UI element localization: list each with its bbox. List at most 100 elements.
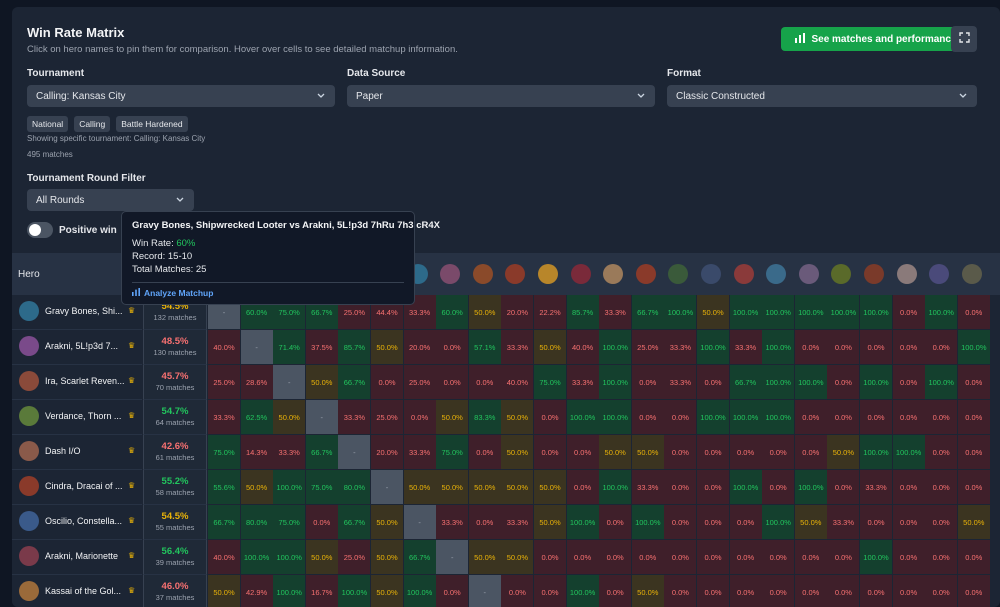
matchup-cell[interactable]: 100.0% <box>794 295 827 329</box>
matchup-cell[interactable]: - <box>371 470 403 504</box>
matchup-cell[interactable]: 0.0% <box>925 540 958 574</box>
matchup-cell[interactable]: 0.0% <box>892 505 925 539</box>
matchup-cell[interactable]: 50.0% <box>697 295 729 329</box>
matchup-cell[interactable]: 16.7% <box>305 575 338 607</box>
matchup-cell[interactable]: 100.0% <box>338 575 371 607</box>
column-hero-avatar[interactable] <box>701 264 721 284</box>
matchup-cell[interactable]: 50.0% <box>371 540 403 574</box>
matchup-cell[interactable]: 50.0% <box>403 470 436 504</box>
matchup-cell[interactable]: 0.0% <box>664 400 697 434</box>
matchup-cell[interactable]: 0.0% <box>534 540 566 574</box>
matchup-cell[interactable]: 0.0% <box>436 330 469 364</box>
matchup-cell[interactable]: 50.0% <box>436 400 469 434</box>
matchup-cell[interactable]: 50.0% <box>827 435 860 469</box>
matchup-cell[interactable]: 0.0% <box>501 575 534 607</box>
column-hero-avatar[interactable] <box>896 264 917 284</box>
matchup-cell[interactable]: 33.3% <box>631 470 664 504</box>
matchup-cell[interactable]: - <box>273 365 306 399</box>
column-hero-avatar[interactable] <box>798 264 819 284</box>
matchup-cell[interactable]: 66.7% <box>729 365 762 399</box>
matchup-cell[interactable]: 0.0% <box>957 470 990 504</box>
matchup-cell[interactable]: 0.0% <box>697 435 729 469</box>
matchup-cell[interactable]: 0.0% <box>534 400 566 434</box>
matchup-cell[interactable]: 100.0% <box>729 400 762 434</box>
matchup-cell[interactable]: 33.3% <box>338 400 371 434</box>
matchup-cell[interactable]: 100.0% <box>827 295 860 329</box>
matchup-cell[interactable]: 0.0% <box>957 575 990 607</box>
column-hero-avatar[interactable] <box>929 264 950 284</box>
matchup-cell[interactable]: 83.3% <box>468 400 501 434</box>
matchup-cell[interactable]: 0.0% <box>729 505 762 539</box>
matchup-cell[interactable]: 100.0% <box>925 295 958 329</box>
matchup-cell[interactable]: 100.0% <box>631 505 664 539</box>
matchup-cell[interactable]: 60.0% <box>436 295 469 329</box>
matchup-cell[interactable]: 0.0% <box>566 540 599 574</box>
matchup-cell[interactable]: 33.3% <box>501 330 534 364</box>
see-matches-button[interactable]: See matches and performance <box>781 27 971 51</box>
matchup-cell[interactable]: 0.0% <box>794 575 827 607</box>
matchup-cell[interactable]: 0.0% <box>892 575 925 607</box>
matchup-cell[interactable]: 0.0% <box>566 470 599 504</box>
matchup-cell[interactable]: 22.2% <box>534 295 566 329</box>
matchup-cell[interactable]: 0.0% <box>957 400 990 434</box>
matchup-cell[interactable]: 0.0% <box>468 365 501 399</box>
matchup-cell[interactable]: 100.0% <box>762 505 795 539</box>
matchup-cell[interactable]: 0.0% <box>468 435 501 469</box>
matchup-cell[interactable]: 37.5% <box>305 330 338 364</box>
matchup-cell[interactable]: 100.0% <box>566 575 599 607</box>
matchup-cell[interactable]: 33.3% <box>729 330 762 364</box>
matchup-cell[interactable]: 100.0% <box>762 330 795 364</box>
matchup-cell[interactable]: 75.0% <box>436 435 469 469</box>
matchup-cell[interactable]: 0.0% <box>925 505 958 539</box>
matchup-cell[interactable]: 50.0% <box>794 505 827 539</box>
matchup-cell[interactable]: 100.0% <box>860 365 892 399</box>
matchup-cell[interactable]: 50.0% <box>468 470 501 504</box>
matchup-cell[interactable]: 0.0% <box>827 330 860 364</box>
matchup-cell[interactable]: 33.3% <box>599 295 632 329</box>
matchup-cell[interactable]: 0.0% <box>957 365 990 399</box>
matchup-cell[interactable]: 33.3% <box>501 505 534 539</box>
matchup-cell[interactable]: 33.3% <box>827 505 860 539</box>
matchup-cell[interactable]: 0.0% <box>697 540 729 574</box>
matchup-cell[interactable]: 0.0% <box>762 540 795 574</box>
matchup-cell[interactable]: 0.0% <box>892 400 925 434</box>
matchup-cell[interactable]: 75.0% <box>305 470 338 504</box>
matchup-cell[interactable]: 100.0% <box>697 400 729 434</box>
matchup-cell[interactable]: 50.0% <box>208 575 240 607</box>
matchup-cell[interactable]: 50.0% <box>371 505 403 539</box>
matchup-cell[interactable]: 50.0% <box>599 435 632 469</box>
matchup-cell[interactable]: 0.0% <box>599 575 632 607</box>
matchup-cell[interactable]: 25.0% <box>208 365 240 399</box>
matchup-cell[interactable]: 100.0% <box>892 435 925 469</box>
matchup-cell[interactable]: 0.0% <box>925 470 958 504</box>
matchup-cell[interactable]: 25.0% <box>403 365 436 399</box>
matchup-cell[interactable]: 50.0% <box>468 540 501 574</box>
column-hero-avatar[interactable] <box>766 264 787 284</box>
positive-win-toggle[interactable] <box>27 222 53 238</box>
column-hero-avatar[interactable] <box>603 264 624 284</box>
matchup-cell[interactable]: 100.0% <box>599 400 632 434</box>
column-hero-avatar[interactable] <box>505 264 526 284</box>
matchup-cell[interactable]: 20.0% <box>371 435 403 469</box>
fullscreen-button[interactable] <box>951 26 977 52</box>
matchup-cell[interactable]: 33.3% <box>208 400 240 434</box>
matchup-cell[interactable]: 0.0% <box>762 470 795 504</box>
matchup-cell[interactable]: 0.0% <box>925 330 958 364</box>
hero-name-cell[interactable]: Cindra, Dracai of ... ♛ <box>12 470 142 505</box>
matchup-cell[interactable]: 100.0% <box>273 540 306 574</box>
matchup-cell[interactable]: 20.0% <box>501 295 534 329</box>
matchup-cell[interactable]: 100.0% <box>566 505 599 539</box>
column-hero-avatar[interactable] <box>668 264 689 284</box>
matchup-cell[interactable]: 25.0% <box>371 400 403 434</box>
matchup-cell[interactable]: 66.7% <box>631 295 664 329</box>
matchup-cell[interactable]: 50.0% <box>501 435 534 469</box>
matchup-cell[interactable]: 100.0% <box>566 400 599 434</box>
matchup-cell[interactable]: - <box>240 330 273 364</box>
matchup-cell[interactable]: 0.0% <box>957 295 990 329</box>
matchup-cell[interactable]: 0.0% <box>697 470 729 504</box>
column-hero-avatar[interactable] <box>570 264 591 284</box>
matchup-cell[interactable]: 85.7% <box>566 295 599 329</box>
matchup-cell[interactable]: - <box>403 505 436 539</box>
matchup-cell[interactable]: 100.0% <box>762 295 795 329</box>
matchup-cell[interactable]: 0.0% <box>468 505 501 539</box>
